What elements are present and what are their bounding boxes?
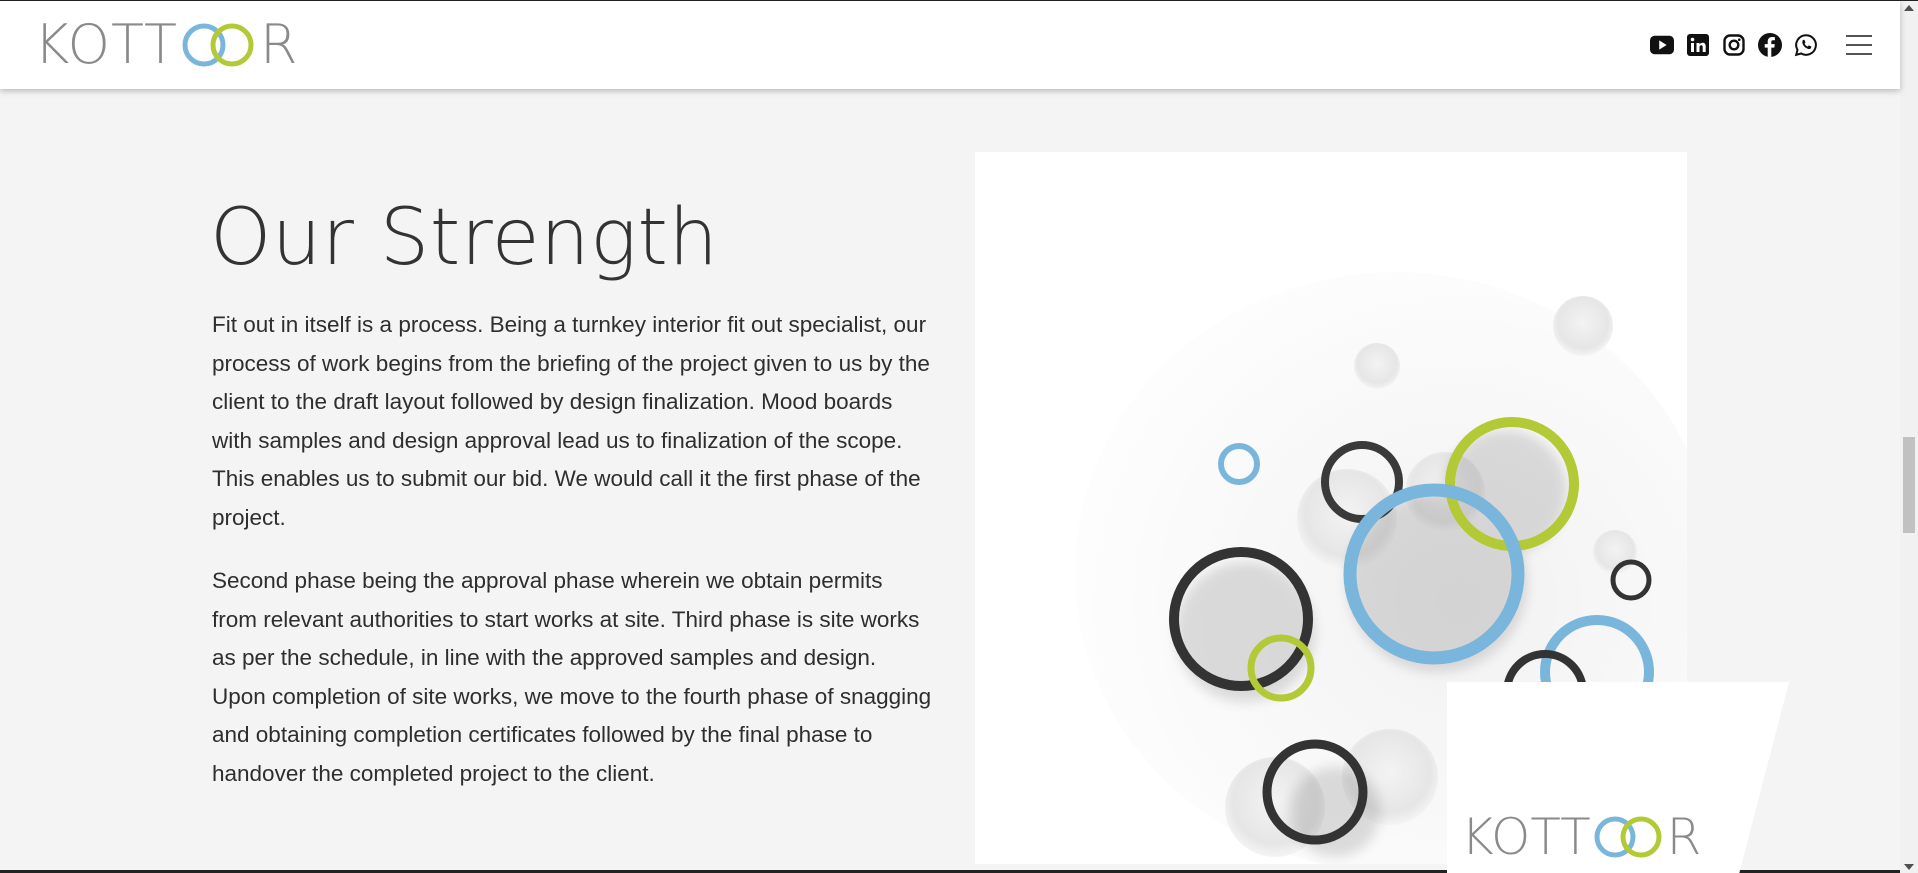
social-links (1650, 33, 1818, 57)
strength-paragraph-1: Fit out in itself is a process. Being a … (212, 312, 930, 530)
site-header: KOTT R (0, 1, 1900, 89)
page-scrollbar[interactable] (1900, 1, 1918, 873)
strength-paragraph-2: Second phase being the approval phase wh… (212, 568, 932, 786)
scroll-up-arrow-icon[interactable] (1904, 5, 1914, 11)
badge-logo-rings-icon (1593, 815, 1665, 859)
scroll-down-arrow-icon[interactable] (1904, 864, 1914, 870)
image-logo-badge: KOTT R (1447, 682, 1789, 873)
logo-text-right: R (259, 13, 299, 76)
youtube-icon[interactable] (1650, 33, 1674, 57)
badge-logo-text-left: KOTT (1461, 808, 1591, 866)
page-title: Our Strength (210, 193, 719, 283)
logo-text-left: KOTT (34, 13, 178, 76)
badge-logo-text-right: R (1666, 808, 1702, 866)
logo-rings-icon (180, 22, 258, 68)
whatsapp-icon[interactable] (1794, 33, 1818, 57)
kottoor-logo[interactable]: KOTT R (34, 13, 298, 76)
instagram-icon[interactable] (1722, 33, 1746, 57)
scroll-thumb[interactable] (1903, 437, 1915, 533)
facebook-icon[interactable] (1758, 33, 1782, 57)
hamburger-menu-icon[interactable] (1846, 35, 1872, 55)
linkedin-icon[interactable] (1686, 33, 1710, 57)
